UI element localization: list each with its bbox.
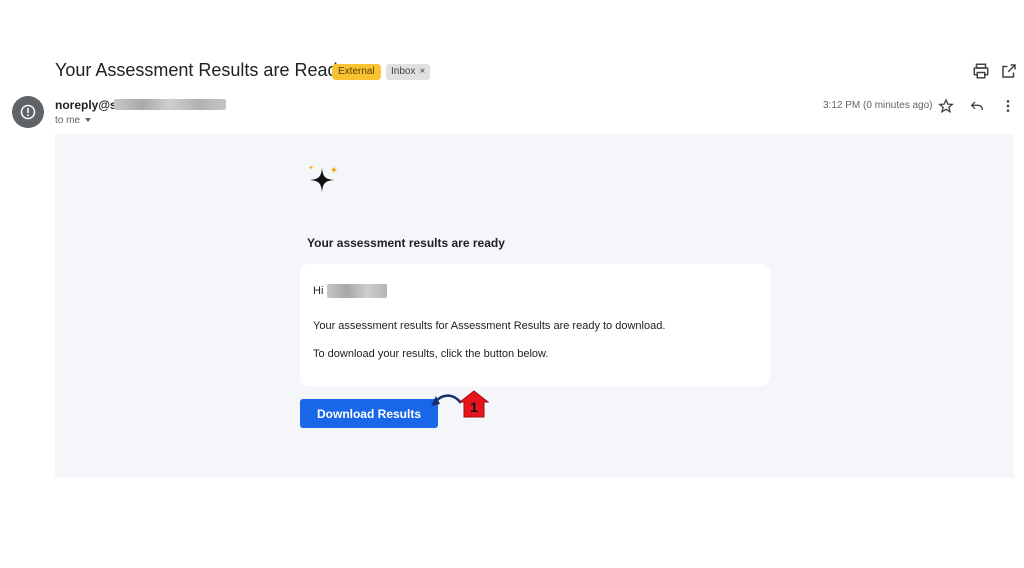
recipient-toggle[interactable]: to me [55,115,92,126]
message-line-2: To download your results, click the butt… [313,348,549,360]
message-card: Hi Your assessment results for Assessmen… [300,264,770,386]
email-body: Your assessment results are ready Hi You… [55,134,1014,478]
reply-icon[interactable] [969,98,985,114]
remove-label-x-icon[interactable]: × [419,66,425,77]
inbox-label[interactable]: Inbox × [386,64,431,80]
inbox-label-text: Inbox [391,66,416,77]
annotation-badge: 1 [458,390,490,418]
annotation-number: 1 [470,399,478,415]
open-new-window-icon[interactable] [1000,62,1018,80]
print-icon[interactable] [972,62,990,80]
external-label: External [332,64,381,80]
star-icon[interactable] [937,98,955,114]
sparkle-icon [308,165,338,192]
timestamp: 3:12 PM (0 minutes ago) [823,100,933,111]
caret-down-icon [85,118,92,123]
recipient-text: to me [55,115,81,126]
sender-avatar [12,96,44,128]
alert-icon [20,104,36,120]
redacted-name [327,284,387,298]
sender-email: noreply@s [55,98,117,112]
arrow-icon [431,394,462,406]
redacted-email [114,99,226,110]
subject-row: Your Assessment Results are Ready Extern… [55,58,1024,86]
email-subject: Your Assessment Results are Ready [55,60,347,80]
download-results-button[interactable]: Download Results [300,399,438,428]
greeting: Hi [313,285,324,297]
more-vert-icon[interactable] [1000,98,1016,114]
body-heading: Your assessment results are ready [307,236,505,250]
message-line-1: Your assessment results for Assessment R… [313,320,666,332]
